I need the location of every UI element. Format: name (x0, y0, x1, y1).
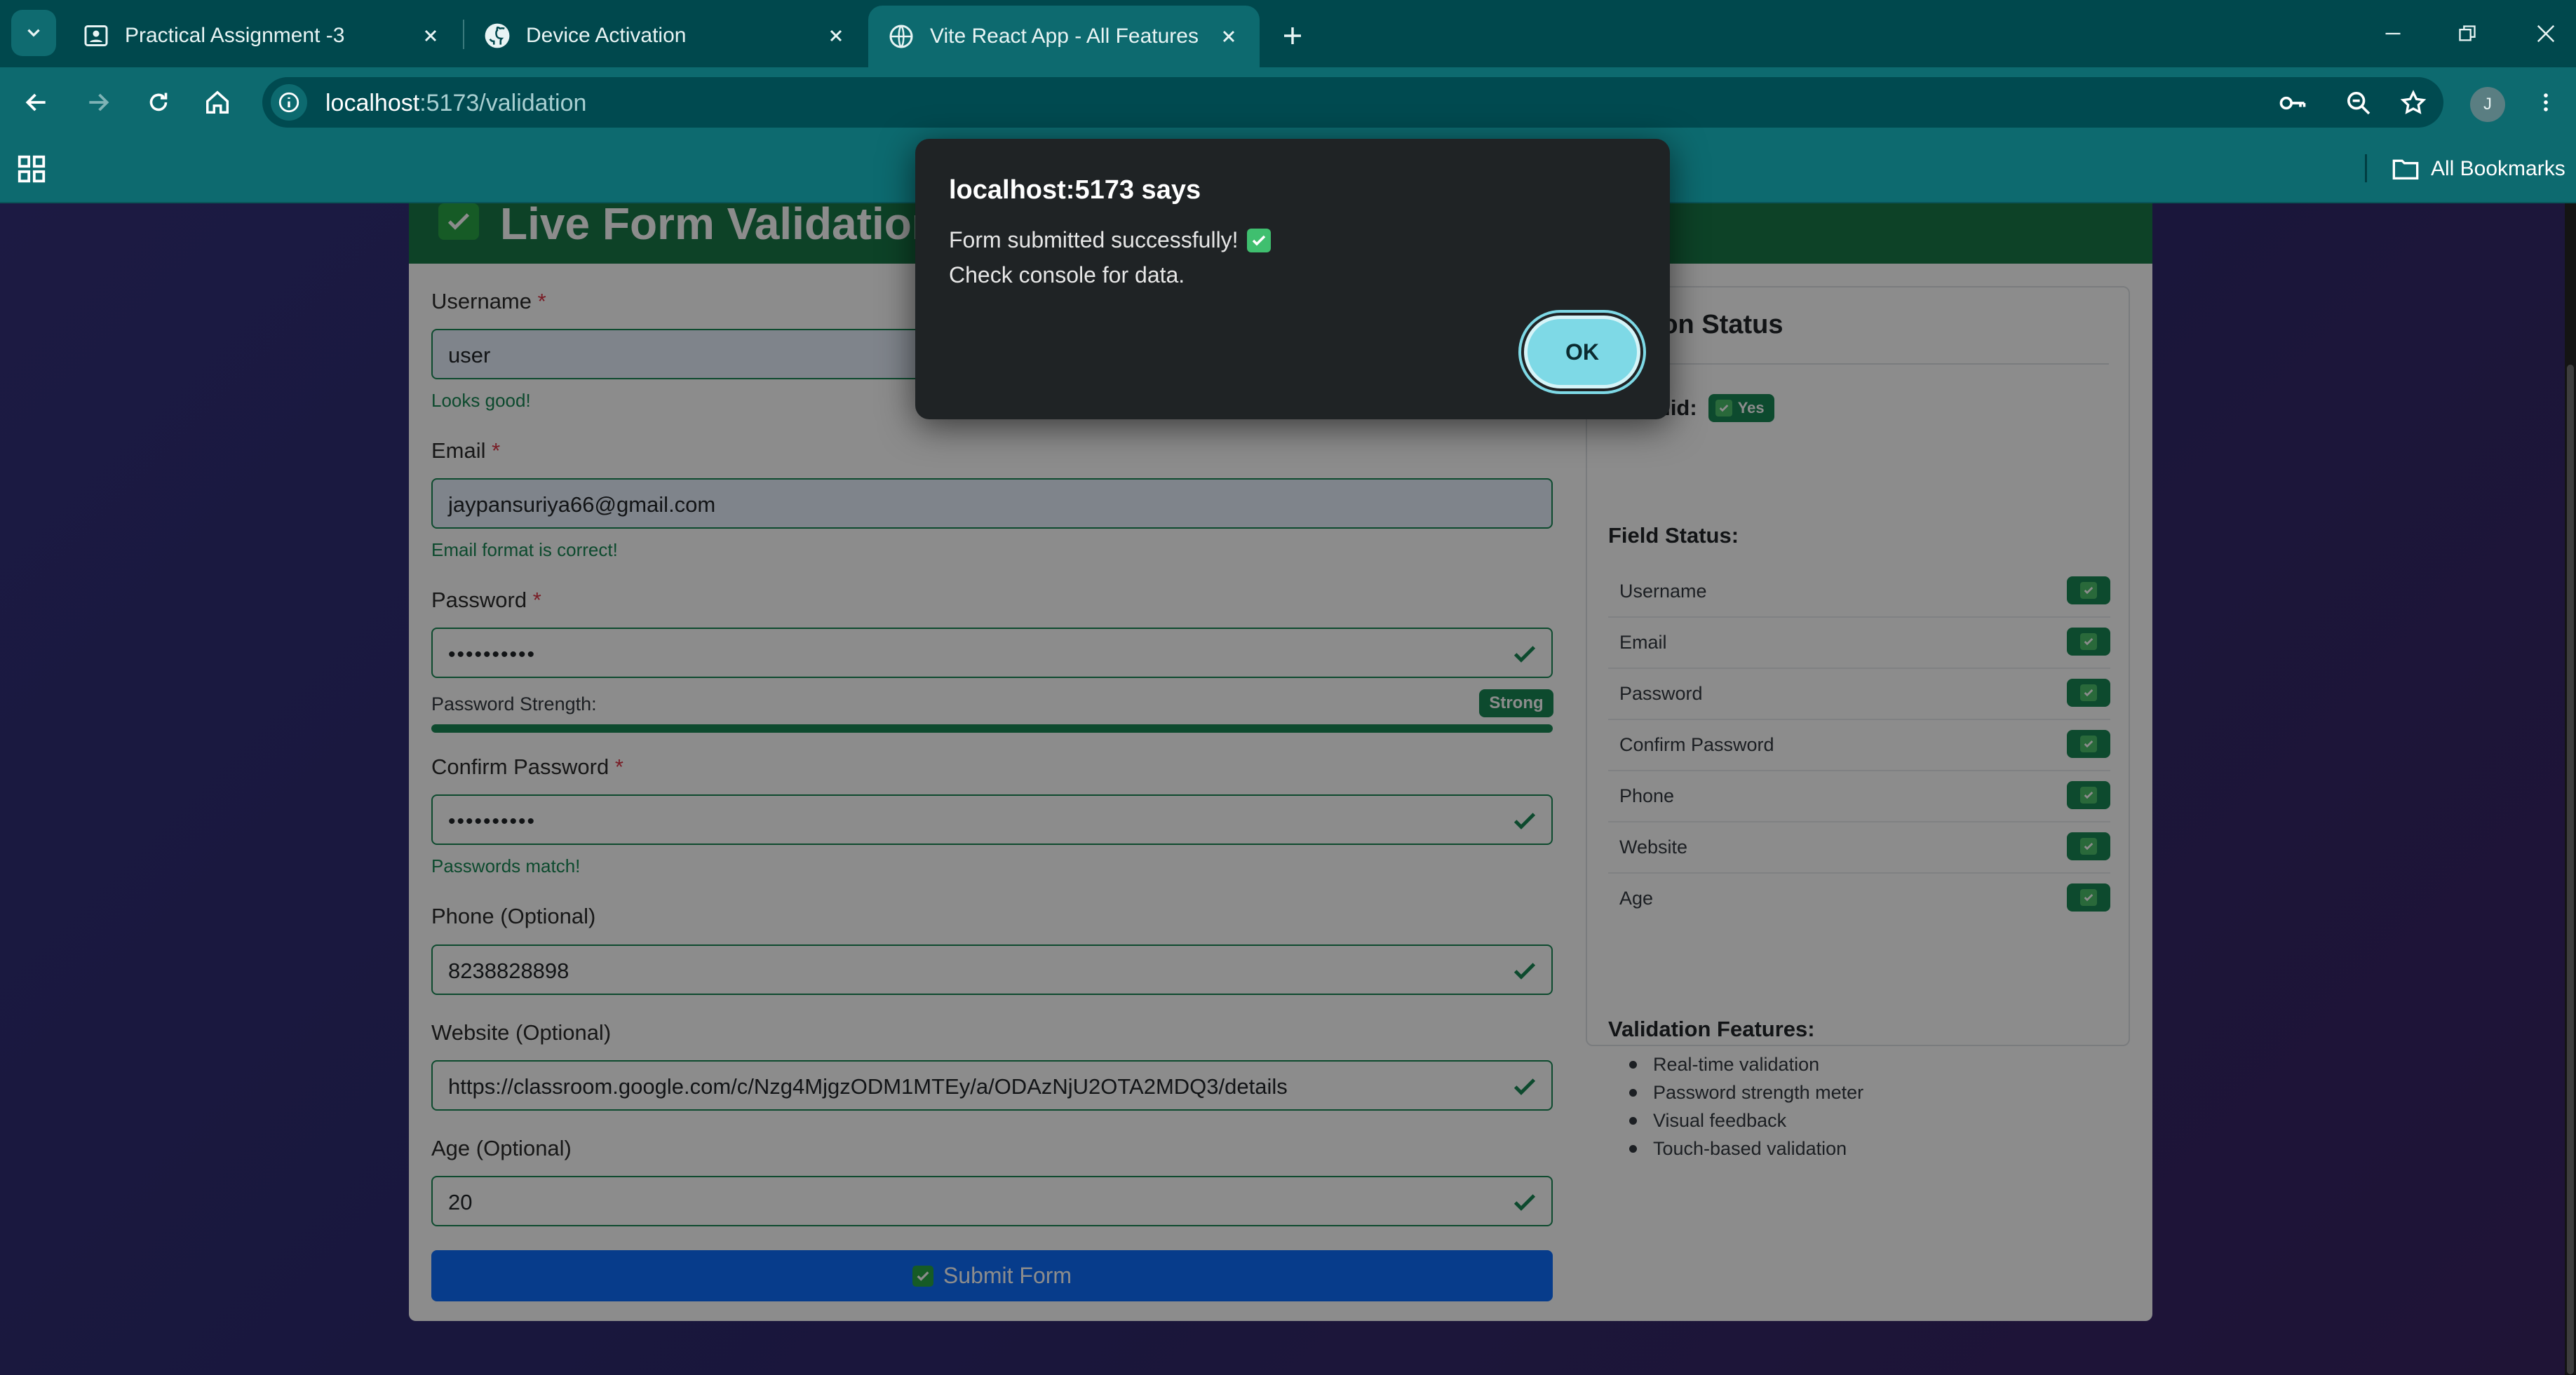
close-window-button[interactable] (2525, 13, 2567, 55)
ok-button[interactable]: OK (1524, 316, 1640, 388)
page-scrollbar[interactable] (2565, 203, 2576, 1375)
restore-button[interactable] (2446, 13, 2488, 55)
close-icon[interactable] (1213, 21, 1244, 52)
chevron-down-icon (27, 29, 40, 37)
home-button[interactable] (196, 81, 238, 123)
alert-dialog: localhost:5173 says Form submitted succe… (915, 139, 1670, 419)
tab-practical-assignment[interactable]: Practical Assignment -3 (63, 6, 461, 66)
tab-title: Device Activation (526, 24, 687, 47)
apps-grid-icon[interactable] (15, 153, 48, 185)
restore-icon (2459, 25, 2476, 41)
tab-vite-react-app[interactable]: Vite React App - All Features (868, 6, 1260, 67)
reload-icon (149, 93, 168, 111)
forward-button[interactable] (77, 81, 119, 123)
all-bookmarks-label: All Bookmarks (2431, 157, 2565, 180)
scrollbar-thumb[interactable] (2567, 365, 2574, 1374)
close-icon[interactable] (821, 20, 851, 51)
site-info-icon[interactable] (271, 84, 307, 121)
close-icon[interactable] (415, 20, 446, 51)
profile-avatar[interactable]: J (2470, 87, 2505, 122)
more-vertical-icon (2544, 93, 2548, 111)
bookmark-star-icon[interactable] (2397, 87, 2429, 119)
dialog-title: localhost:5173 says (949, 175, 1201, 205)
tab-device-activation[interactable]: Device Activation (464, 6, 867, 66)
close-icon (2537, 25, 2555, 43)
browser-toolbar: localhost:5173/validation J (0, 67, 2576, 136)
zoom-icon[interactable] (2342, 87, 2375, 119)
browser-menu-button[interactable] (2525, 81, 2567, 123)
address-bar[interactable]: localhost:5173/validation (262, 77, 2443, 128)
classroom-icon (83, 22, 109, 49)
back-button[interactable] (15, 81, 58, 123)
password-key-icon[interactable] (2277, 87, 2309, 119)
plus-icon (1284, 27, 1301, 44)
tab-title: Practical Assignment -3 (125, 24, 345, 47)
dialog-message-line2: Check console for data. (949, 262, 1185, 287)
check-mark-icon (1246, 228, 1271, 252)
globe-icon (888, 23, 915, 50)
dialog-message-line1: Form submitted successfully! (949, 227, 1271, 253)
github-icon (484, 22, 511, 49)
arrow-right-icon (89, 93, 109, 111)
url-text[interactable]: localhost:5173/validation (325, 90, 586, 117)
new-tab-button[interactable] (1274, 17, 1311, 55)
tab-title: Vite React App - All Features (930, 25, 1199, 48)
tab-search-button[interactable] (11, 10, 56, 56)
arrow-left-icon (25, 93, 46, 111)
bookmarks-divider (2365, 154, 2367, 182)
tab-strip: Practical Assignment -3 Device Activatio… (0, 0, 2576, 67)
reload-button[interactable] (137, 81, 180, 123)
all-bookmarks-button[interactable]: All Bookmarks (2392, 153, 2565, 185)
minimize-icon (2385, 32, 2401, 35)
home-icon (206, 90, 229, 114)
folder-icon (2392, 159, 2419, 180)
minimize-button[interactable] (2372, 13, 2414, 55)
